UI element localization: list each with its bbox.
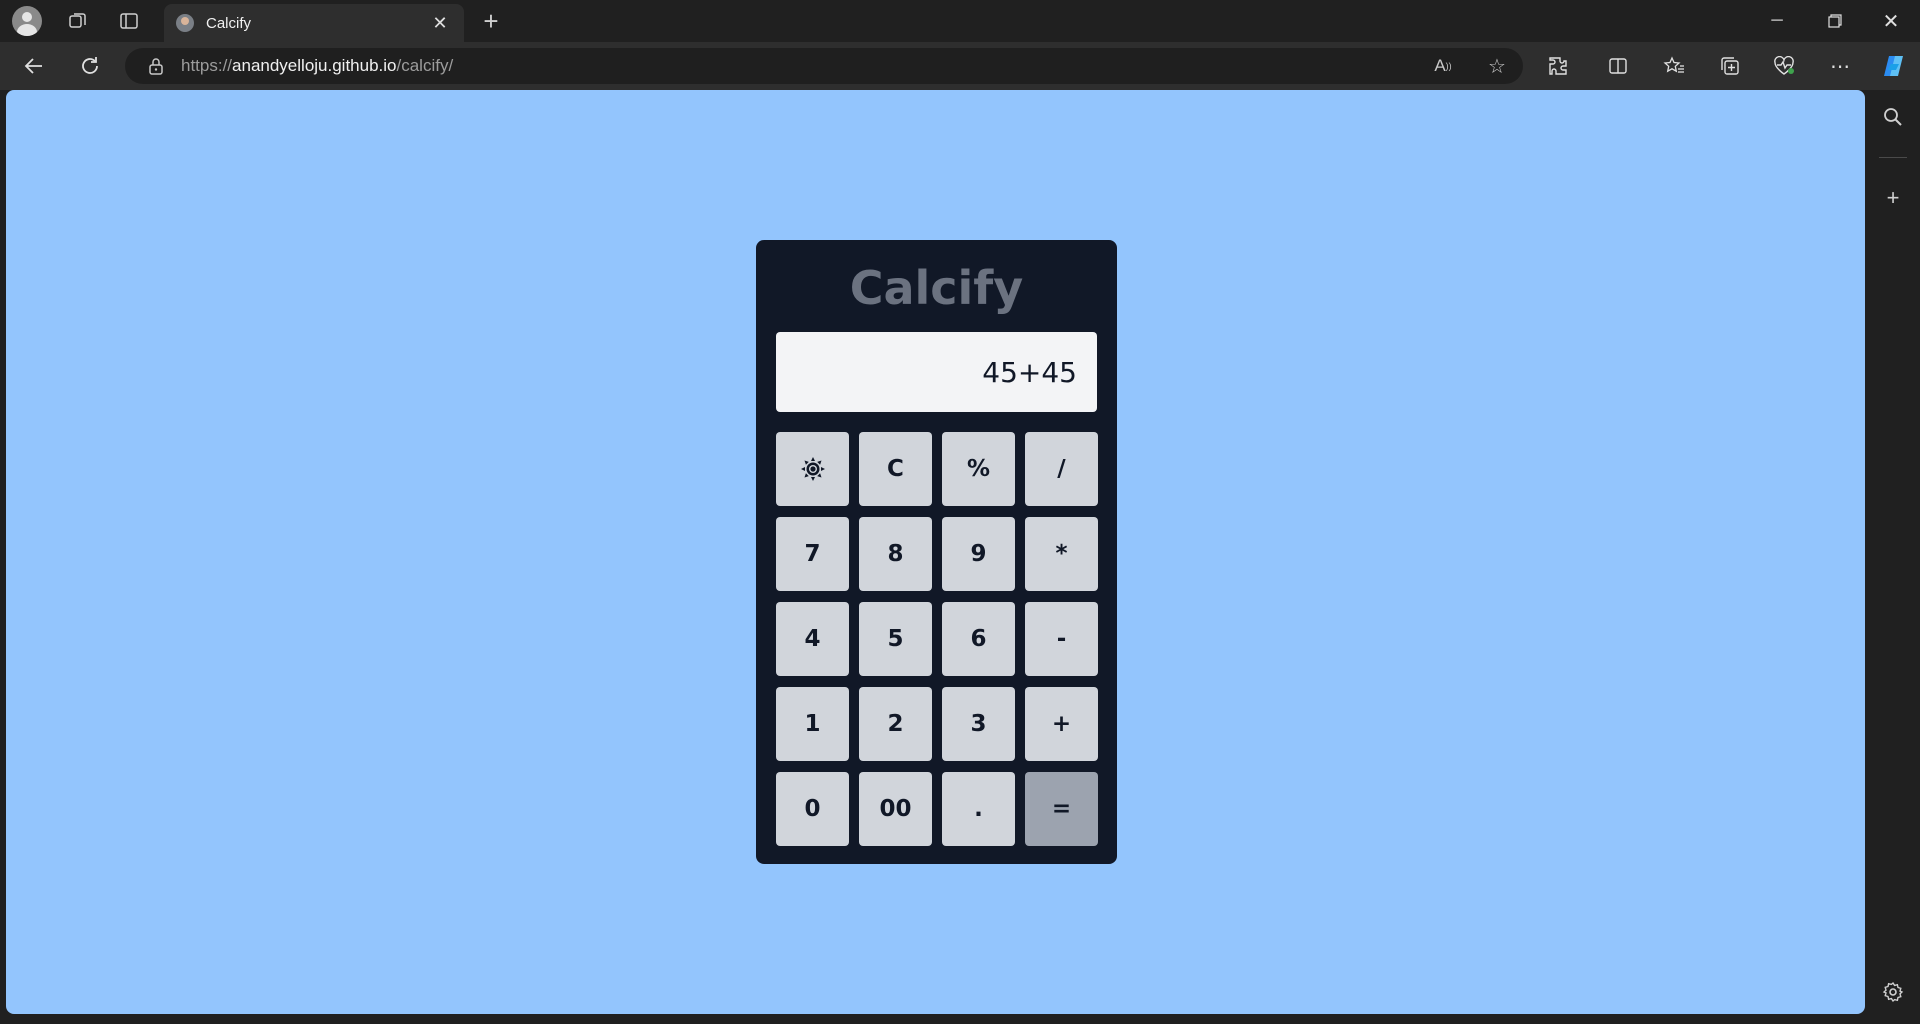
page-viewport: Calcify 45+45 C%/ 7 8 9 * 4 5 6- 1 2 3 +0 00. = (6, 90, 1865, 1014)
new-tab-icon[interactable]: + (470, 0, 512, 42)
double-zero-button[interactable]: 00 (859, 772, 932, 846)
profile-avatar-icon (12, 6, 42, 36)
address-bar[interactable]: https://anandyelloju.github.io/calcify/ … (125, 48, 1523, 84)
tab-favicon-icon (176, 14, 194, 32)
add-button[interactable]: + (1025, 687, 1098, 761)
window-close-icon[interactable]: ✕ (1862, 0, 1920, 42)
gear-icon[interactable] (1866, 972, 1920, 1012)
digit-7-button[interactable]: 7 (776, 517, 849, 591)
browser-essentials-icon[interactable] (1766, 48, 1802, 84)
workspaces-icon[interactable] (57, 0, 99, 42)
collections-icon[interactable] (1712, 48, 1748, 84)
more-options-icon[interactable]: ⋯ (1822, 48, 1858, 84)
split-screen-icon[interactable] (1600, 48, 1636, 84)
clear-button[interactable]: C (859, 432, 932, 506)
calculator-display: 45+45 (776, 332, 1097, 412)
digit-6-button[interactable]: 6 (942, 602, 1015, 676)
divide-button[interactable]: / (1025, 432, 1098, 506)
digit-3-button[interactable]: 3 (942, 687, 1015, 761)
profile-button[interactable] (6, 3, 48, 39)
digit-5-button[interactable]: 5 (859, 602, 932, 676)
extensions-icon[interactable] (1540, 48, 1576, 84)
digit-4-button[interactable]: 4 (776, 602, 849, 676)
percent-button[interactable]: % (942, 432, 1015, 506)
calculator-title: Calcify (849, 261, 1024, 315)
multiply-button[interactable]: * (1025, 517, 1098, 591)
navigation-bar: https://anandyelloju.github.io/calcify/ … (0, 42, 1920, 90)
digit-1-button[interactable]: 1 (776, 687, 849, 761)
lock-icon[interactable] (147, 57, 165, 75)
sun-icon (800, 456, 826, 482)
url-path: /calcify/ (396, 56, 454, 75)
tab-calcify[interactable]: Calcify ✕ (164, 4, 464, 42)
url-text: https://anandyelloju.github.io/calcify/ (181, 56, 453, 76)
edge-sidebar: + (1866, 90, 1920, 1024)
back-arrow-icon[interactable] (16, 48, 52, 84)
url-host: anandyelloju.github.io (232, 56, 397, 75)
tab-title: Calcify (206, 14, 252, 32)
equals-button[interactable]: = (1025, 772, 1098, 846)
calculator: Calcify 45+45 C%/ 7 8 9 * 4 5 6- 1 2 3 +0 00. = (756, 240, 1117, 864)
keypad: C%/ 7 8 9 * 4 5 6- 1 2 3 +0 00. = (776, 432, 1098, 846)
refresh-icon[interactable] (72, 48, 108, 84)
add-favorite-star-icon[interactable]: ☆ (1477, 48, 1517, 84)
url-scheme: https:// (181, 56, 233, 75)
tab-close-icon[interactable]: ✕ (428, 11, 452, 35)
digit-8-button[interactable]: 8 (859, 517, 932, 591)
copilot-icon[interactable] (1876, 48, 1912, 84)
digit-2-button[interactable]: 2 (859, 687, 932, 761)
title-bar: Calcify ✕ + ─ ✕ (0, 0, 1920, 42)
decimal-button[interactable]: . (942, 772, 1015, 846)
digit-9-button[interactable]: 9 (942, 517, 1015, 591)
search-icon[interactable] (1866, 97, 1920, 137)
read-aloud-icon[interactable]: A)) (1423, 48, 1463, 84)
theme-toggle-button[interactable] (776, 432, 849, 506)
add-sidebar-app-icon[interactable]: + (1866, 178, 1920, 218)
vertical-tabs-icon[interactable] (108, 0, 150, 42)
sidebar-divider (1879, 157, 1907, 158)
favorites-icon[interactable] (1656, 48, 1692, 84)
minimize-icon[interactable]: ─ (1748, 0, 1806, 42)
restore-icon[interactable] (1806, 0, 1864, 42)
subtract-button[interactable]: - (1025, 602, 1098, 676)
digit-0-button[interactable]: 0 (776, 772, 849, 846)
